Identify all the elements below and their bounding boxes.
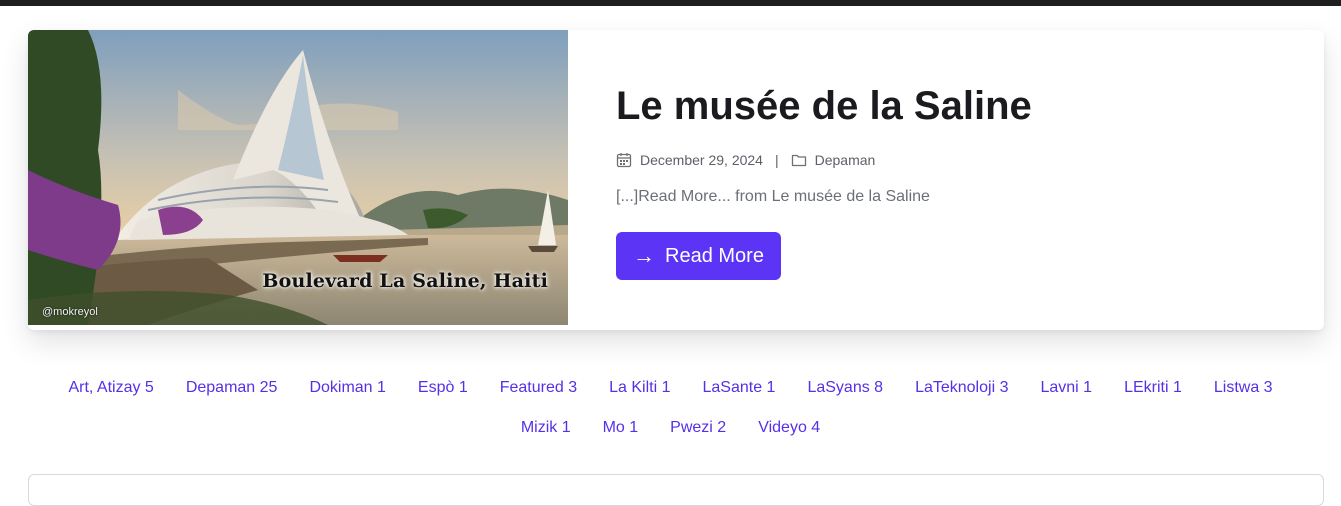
category-link[interactable]: LaTeknoloji 3 xyxy=(915,378,1008,398)
category-link[interactable]: Mizik 1 xyxy=(521,418,571,438)
arrow-right-icon: → xyxy=(633,243,655,268)
post-thumbnail[interactable]: Boulevard La Saline, Haiti @mokreyol xyxy=(28,30,568,325)
category-link[interactable]: Depaman 25 xyxy=(186,378,278,398)
category-link[interactable]: La Kilti 1 xyxy=(609,378,670,398)
category-link[interactable]: Dokiman 1 xyxy=(309,378,385,398)
category-link[interactable]: Listwa 3 xyxy=(1214,378,1273,398)
category-link[interactable]: Mo 1 xyxy=(603,418,639,438)
read-more-button[interactable]: → Read More xyxy=(616,232,781,280)
category-link[interactable]: Pwezi 2 xyxy=(670,418,726,438)
category-link[interactable]: LEkriti 1 xyxy=(1124,378,1182,398)
category-link[interactable]: Espò 1 xyxy=(418,378,468,398)
category-link[interactable]: Lavni 1 xyxy=(1040,378,1092,398)
post-excerpt: [...]Read More... from Le musée de la Sa… xyxy=(616,188,930,205)
category-link[interactable]: Art, Atizay 5 xyxy=(68,378,153,398)
post-meta: December 29, 2024 | Depaman xyxy=(616,152,1296,168)
category-list: Art, Atizay 5 Depaman 25 Dokiman 1 Espò … xyxy=(20,378,1321,438)
read-more-label: Read More xyxy=(665,244,764,267)
thumbnail-credit: @mokreyol xyxy=(42,306,98,318)
category-link[interactable]: LaSyans 8 xyxy=(807,378,883,398)
next-post-card xyxy=(28,474,1324,506)
post-content: Le musée de la Saline December 29, 2024 … xyxy=(616,80,1296,280)
post-date: December 29, 2024 xyxy=(640,152,763,168)
meta-separator: | xyxy=(774,152,779,168)
thumbnail-caption: Boulevard La Saline, Haiti xyxy=(262,270,548,292)
category-link[interactable]: Videyo 4 xyxy=(758,418,820,438)
category-link[interactable]: LaSante 1 xyxy=(703,378,776,398)
folder-icon xyxy=(791,152,807,168)
calendar-icon xyxy=(616,152,632,168)
category-link[interactable]: Featured 3 xyxy=(500,378,577,398)
post-category-link[interactable]: Depaman xyxy=(815,152,876,168)
post-title[interactable]: Le musée de la Saline xyxy=(616,80,1296,132)
top-bar xyxy=(0,0,1341,6)
post-card: Boulevard La Saline, Haiti @mokreyol Le … xyxy=(28,30,1324,330)
